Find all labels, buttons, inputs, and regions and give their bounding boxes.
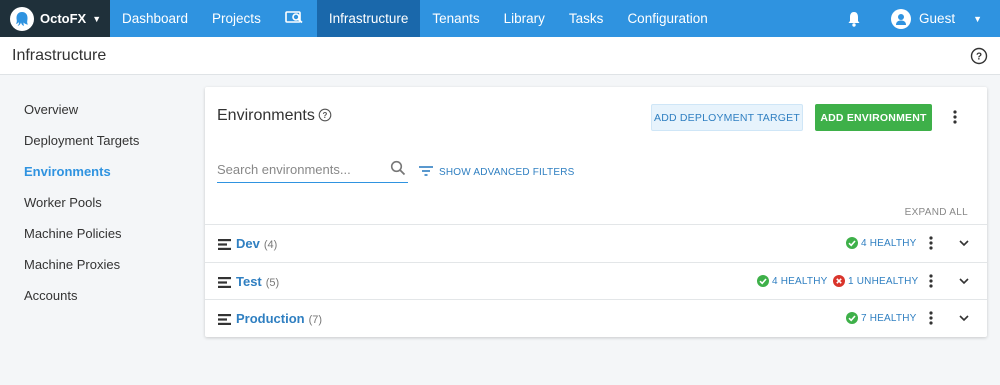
sidebar-item-accounts[interactable]: Accounts xyxy=(0,283,200,314)
unhealthy-x-icon xyxy=(833,275,845,287)
sidebar: Overview Deployment Targets Environments… xyxy=(0,75,200,314)
environment-count: (4) xyxy=(263,239,278,251)
environment-count: (7) xyxy=(308,314,323,326)
brand-switcher[interactable]: OctoFX ▼ xyxy=(0,0,110,37)
search-projects-icon xyxy=(285,10,305,27)
healthy-check-icon xyxy=(846,237,858,249)
search-field[interactable] xyxy=(217,158,408,183)
chevron-down-icon[interactable] xyxy=(957,274,971,288)
environment-row-test[interactable]: Test (5) 4 HEALTHY 1 UNHEALTHY xyxy=(205,262,987,299)
top-navigation: OctoFX ▼ Dashboard Projects Infrastructu… xyxy=(0,0,1000,37)
healthy-status: 4 HEALTHY xyxy=(846,237,917,249)
environments-card: Environments ? ADD DEPLOYMENT TARGET ADD… xyxy=(205,87,987,337)
environment-icon xyxy=(218,276,231,288)
environment-name[interactable]: Dev (4) xyxy=(236,236,277,251)
notifications-bell-icon[interactable] xyxy=(839,0,869,37)
nav-tenants[interactable]: Tenants xyxy=(420,0,491,37)
healthy-check-icon xyxy=(757,275,769,287)
row-overflow-menu-icon[interactable] xyxy=(923,310,939,326)
environment-name[interactable]: Production (7) xyxy=(236,311,322,326)
user-avatar-icon xyxy=(891,8,912,29)
nav-infrastructure[interactable]: Infrastructure xyxy=(316,0,421,37)
help-icon[interactable]: ? xyxy=(970,47,988,65)
nav-tasks[interactable]: Tasks xyxy=(557,0,616,37)
brand-caret-icon: ▼ xyxy=(92,13,102,24)
row-overflow-menu-icon[interactable] xyxy=(923,235,939,251)
environment-count: (5) xyxy=(265,277,280,289)
sidebar-item-machine-policies[interactable]: Machine Policies xyxy=(0,221,200,252)
sidebar-item-machine-proxies[interactable]: Machine Proxies xyxy=(0,252,200,283)
environments-help-icon[interactable]: ? xyxy=(318,108,332,122)
svg-text:?: ? xyxy=(976,51,982,62)
svg-text:?: ? xyxy=(323,111,328,120)
card-title: Environments xyxy=(217,107,315,124)
sidebar-item-worker-pools[interactable]: Worker Pools xyxy=(0,190,200,221)
page-title: Infrastructure xyxy=(12,46,107,64)
nav-search-projects[interactable] xyxy=(273,0,317,37)
environment-icon xyxy=(218,238,231,250)
chevron-down-icon[interactable] xyxy=(957,311,971,325)
sidebar-item-overview[interactable]: Overview xyxy=(0,97,200,128)
card-overflow-menu-icon[interactable] xyxy=(947,109,963,125)
page-header: Infrastructure ? xyxy=(0,37,1000,75)
environment-row-dev[interactable]: Dev (4) 4 HEALTHY xyxy=(205,224,987,261)
healthy-status: 4 HEALTHY xyxy=(757,275,828,287)
sidebar-item-deployment-targets[interactable]: Deployment Targets xyxy=(0,128,200,159)
show-advanced-filters-button[interactable]: SHOW ADVANCED FILTERS xyxy=(419,166,575,179)
expand-all-button[interactable]: EXPAND ALL xyxy=(905,207,968,218)
add-deployment-target-button[interactable]: ADD DEPLOYMENT TARGET xyxy=(651,104,803,131)
environment-name[interactable]: Test (5) xyxy=(236,274,279,289)
nav-configuration[interactable]: Configuration xyxy=(615,0,719,37)
healthy-check-icon xyxy=(846,312,858,324)
environment-icon xyxy=(218,313,231,325)
add-environment-button[interactable]: ADD ENVIRONMENT xyxy=(815,104,932,131)
user-caret-icon: ▼ xyxy=(973,13,982,24)
sidebar-item-environments[interactable]: Environments xyxy=(0,159,200,190)
chevron-down-icon[interactable] xyxy=(957,236,971,250)
brand-name: OctoFX xyxy=(40,11,87,26)
search-icon xyxy=(390,160,406,176)
advanced-filters-label: SHOW ADVANCED FILTERS xyxy=(439,167,575,178)
octopus-logo-icon xyxy=(10,6,34,31)
filter-icon xyxy=(419,166,433,179)
row-overflow-menu-icon[interactable] xyxy=(923,273,939,289)
healthy-status: 7 HEALTHY xyxy=(846,312,917,324)
user-menu[interactable]: Guest ▼ xyxy=(891,8,1000,29)
environment-row-production[interactable]: Production (7) 7 HEALTHY xyxy=(205,299,987,336)
search-input[interactable] xyxy=(217,158,382,180)
nav-projects[interactable]: Projects xyxy=(200,0,273,37)
nav-library[interactable]: Library xyxy=(492,0,557,37)
user-name: Guest xyxy=(919,11,956,26)
unhealthy-status: 1 UNHEALTHY xyxy=(833,275,918,287)
nav-dashboard[interactable]: Dashboard xyxy=(110,0,200,37)
